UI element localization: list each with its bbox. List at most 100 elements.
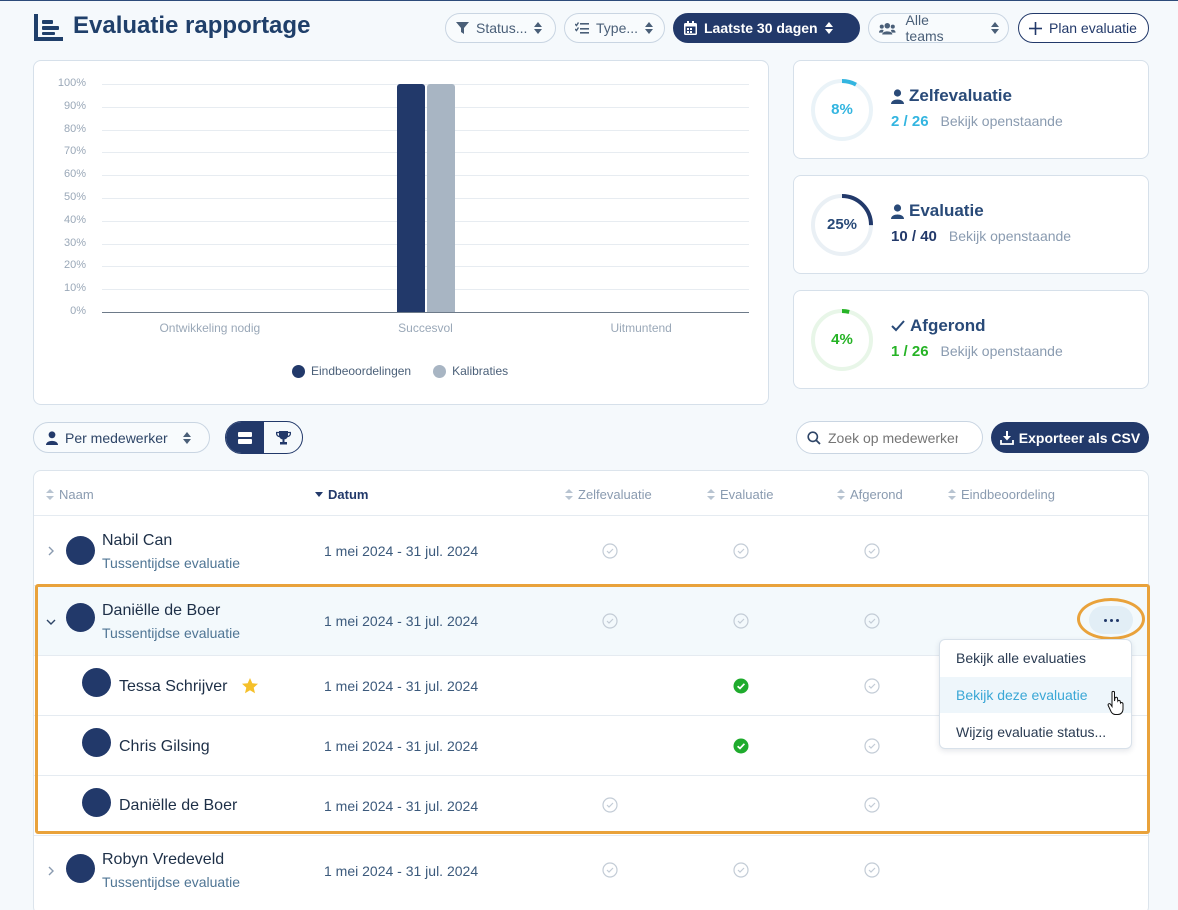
gridline — [102, 289, 749, 291]
y-tick-label: 20% — [63, 259, 86, 272]
gridline — [102, 243, 749, 245]
check-circle-outline-icon — [602, 797, 618, 813]
sort-icon — [565, 489, 573, 500]
column-header-label: Zelfevaluatie — [578, 487, 652, 502]
menu-item-change-status[interactable]: Wijzig evaluatie status... — [940, 714, 1131, 748]
bar-eindbeoordelingen[interactable] — [396, 84, 425, 312]
stat-title: Zelfevaluatie — [891, 86, 1012, 106]
plan-evaluation-button[interactable]: Plan evaluatie — [1018, 13, 1149, 43]
chevron-right-icon[interactable] — [46, 866, 56, 876]
y-tick-label: 70% — [63, 145, 86, 158]
view-open-link[interactable]: Bekijk openstaande — [941, 343, 1063, 359]
stat-title: Afgerond — [891, 316, 986, 336]
stat-total: 26 — [911, 113, 929, 130]
sort-updown-icon — [182, 431, 191, 444]
stat-card-afgerond: 4% Afgerond 1 / 26 Bekijk openstaande — [793, 290, 1149, 389]
date-range: 1 mei 2024 - 31 jul. 2024 — [324, 678, 479, 694]
period-filter[interactable]: Laatste 30 dagen — [673, 13, 860, 43]
filter-icon — [456, 21, 469, 34]
column-header-zelfevaluatie[interactable]: Zelfevaluatie — [565, 487, 652, 502]
gridline — [102, 175, 749, 177]
check-circle-outline-icon — [864, 543, 880, 559]
gridline — [102, 129, 749, 131]
column-header-label: Eindbeoordeling — [961, 487, 1055, 502]
stat-counts: 1 / 26 Bekijk openstaande — [891, 343, 1063, 360]
more-actions-button[interactable] — [1089, 606, 1133, 634]
groupby-select[interactable]: Per medewerker — [33, 422, 210, 453]
sort-updown-icon — [824, 22, 833, 34]
progress-percent: 8% — [831, 101, 853, 118]
list-check-icon — [575, 22, 589, 34]
export-csv-label: Exporteer als CSV — [1018, 429, 1141, 446]
chevron-right-icon[interactable] — [46, 546, 56, 556]
table-row[interactable]: Robyn Vredeveld Tussentijdse evaluatie 1… — [34, 835, 1148, 905]
legend-label: Kalibraties — [452, 364, 509, 378]
legend-swatch — [292, 364, 305, 378]
view-open-link[interactable]: Bekijk openstaande — [949, 228, 1071, 244]
check-circle-outline-icon — [733, 862, 749, 878]
check-circle-outline-icon — [602, 543, 618, 559]
search-input[interactable] — [828, 429, 958, 446]
stat-sep: / — [903, 343, 908, 360]
trophy-view-button[interactable] — [264, 422, 302, 453]
report-logo-icon — [34, 14, 63, 41]
date-range: 1 mei 2024 - 31 jul. 2024 — [324, 863, 479, 879]
export-csv-button[interactable]: Exporteer als CSV — [991, 422, 1149, 453]
date-range: 1 mei 2024 - 31 jul. 2024 — [324, 738, 479, 754]
menu-item-view-this[interactable]: Bekijk deze evaluatie — [940, 677, 1131, 713]
x-tick-label: Succesvol — [398, 321, 453, 335]
column-header-evaluatie[interactable]: Evaluatie — [707, 487, 773, 502]
sort-desc-icon — [315, 492, 323, 497]
page-header: Evaluatie rapportage Status... Type... L… — [33, 11, 1149, 47]
sort-updown-icon — [645, 22, 654, 34]
status-filter-label: Status... — [476, 20, 528, 36]
stat-count: 10 / 40 — [891, 228, 937, 245]
status-filter[interactable]: Status... — [445, 13, 556, 43]
stat-total: 40 — [920, 228, 937, 245]
avatar — [66, 536, 95, 565]
table-row[interactable]: Nabil Can Tussentijdse evaluatie 1 mei 2… — [34, 515, 1148, 585]
employee-name: Daniëlle de Boer — [119, 797, 238, 814]
column-header-afgerond[interactable]: Afgerond — [837, 487, 903, 502]
employee-name: Nabil Can — [102, 532, 173, 549]
check-circle-outline-icon — [864, 797, 880, 813]
column-header-naam[interactable]: Naam — [46, 487, 94, 502]
legend-swatch — [433, 364, 447, 378]
stat-title-text: Zelfevaluatie — [909, 86, 1012, 105]
stat-title: Evaluatie — [891, 201, 984, 221]
sort-icon — [837, 489, 845, 500]
gridline — [102, 266, 749, 268]
legend-item-kalibraties: Kalibraties — [433, 364, 508, 378]
gridline — [102, 152, 749, 154]
stat-counts: 2 / 26 Bekijk openstaande — [891, 113, 1063, 130]
menu-item-view-all[interactable]: Bekijk alle evaluaties — [940, 640, 1131, 676]
y-tick-label: 60% — [63, 168, 86, 181]
chevron-down-icon[interactable] — [46, 617, 56, 627]
progress-percent: 4% — [831, 331, 853, 348]
stat-card-zelfevaluatie: 8% Zelfevaluatie 2 / 26 Bekijk openstaan… — [793, 60, 1149, 159]
column-header-eindbeoordeling[interactable]: Eindbeoordeling — [948, 487, 1055, 502]
gridline — [102, 84, 749, 85]
sort-icon — [948, 489, 956, 500]
check-circle-outline-icon — [733, 613, 749, 629]
teams-filter[interactable]: Alle teams — [868, 12, 1009, 44]
check-circle-outline-icon — [864, 738, 880, 754]
check-circle-outline-icon — [602, 862, 618, 878]
view-open-link[interactable]: Bekijk openstaande — [941, 113, 1063, 129]
list-view-button[interactable] — [226, 422, 264, 453]
hand-cursor-icon — [1107, 690, 1124, 715]
chart-legend: Eindbeoordelingen Kalibraties — [292, 364, 508, 378]
gridline — [102, 220, 749, 222]
stat-total: 26 — [911, 343, 929, 360]
gridline — [102, 198, 749, 199]
column-header-label: Datum — [328, 487, 369, 502]
column-header-datum[interactable]: Datum — [315, 487, 368, 502]
person-icon — [891, 203, 904, 219]
type-filter[interactable]: Type... — [564, 13, 665, 43]
sort-icon — [46, 489, 54, 500]
stat-card-evaluatie: 25% Evaluatie 10 / 40 Bekijk openstaande — [793, 175, 1149, 274]
bar-kalibraties[interactable] — [426, 84, 455, 312]
table-subrow[interactable]: Daniëlle de Boer 1 mei 2024 - 31 jul. 20… — [34, 775, 1148, 835]
check-circle-outline-icon — [864, 613, 880, 629]
column-header-label: Evaluatie — [720, 487, 774, 502]
